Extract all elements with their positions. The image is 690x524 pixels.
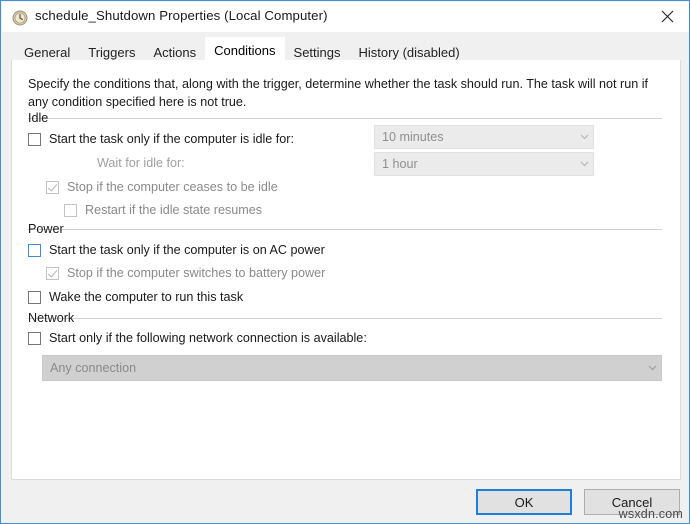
checkbox-row-stop-if-battery[interactable]: Stop if the computer switches to battery… xyxy=(46,264,325,282)
label-restart-if-idle-resumes: Restart if the idle state resumes xyxy=(85,203,263,217)
checkbox-stop-if-battery[interactable] xyxy=(46,266,59,280)
close-icon[interactable] xyxy=(644,2,689,31)
combo-network-connection-value: Any connection xyxy=(50,361,137,375)
group-header-network: Network xyxy=(28,310,662,326)
group-label-idle: Idle xyxy=(28,111,49,125)
group-rule-idle xyxy=(28,110,662,119)
tab-strip: General Triggers Actions Conditions Sett… xyxy=(2,32,689,61)
label-stop-if-battery: Stop if the computer switches to battery… xyxy=(67,266,326,280)
checkbox-start-if-ac-power[interactable] xyxy=(28,243,41,257)
group-header-idle: Idle xyxy=(28,110,662,126)
ok-button[interactable]: OK xyxy=(476,489,572,515)
combo-idle-duration[interactable]: 10 minutes xyxy=(374,125,594,149)
tab-triggers[interactable]: Triggers xyxy=(79,40,145,61)
chevron-down-icon xyxy=(575,161,593,167)
ok-button-label: OK xyxy=(514,494,534,510)
checkbox-wake-computer[interactable] xyxy=(28,290,41,304)
label-wake-computer: Wake the computer to run this task xyxy=(49,290,244,304)
tab-general[interactable]: General xyxy=(15,40,80,61)
combo-wait-for-idle[interactable]: 1 hour xyxy=(374,152,594,176)
task-scheduler-clock-icon xyxy=(12,10,28,26)
window-title: schedule_Shutdown Properties (Local Comp… xyxy=(35,8,328,23)
checkbox-row-restart-if-idle-resumes[interactable]: Restart if the idle state resumes xyxy=(64,201,262,219)
watermark: wsxdn.com xyxy=(618,507,683,521)
tab-list: General Triggers Actions Conditions Sett… xyxy=(15,37,469,61)
tab-conditions[interactable]: Conditions xyxy=(205,37,285,61)
checkbox-row-start-if-network[interactable]: Start only if the following network conn… xyxy=(28,329,367,347)
label-start-if-idle: Start the task only if the computer is i… xyxy=(49,132,294,146)
checkbox-start-if-network[interactable] xyxy=(28,331,41,345)
properties-dialog-window: schedule_Shutdown Properties (Local Comp… xyxy=(0,0,690,524)
tab-actions[interactable]: Actions xyxy=(144,40,206,61)
checkbox-row-stop-if-ceases-idle[interactable]: Stop if the computer ceases to be idle xyxy=(46,178,278,196)
label-start-if-network: Start only if the following network conn… xyxy=(49,331,367,345)
checkbox-restart-if-idle-resumes[interactable] xyxy=(64,203,77,217)
conditions-tab-page: Specify the conditions that, along with … xyxy=(11,60,681,480)
combo-idle-duration-value: 10 minutes xyxy=(382,130,444,144)
checkbox-row-start-if-ac-power[interactable]: Start the task only if the computer is o… xyxy=(28,241,325,259)
chevron-down-icon xyxy=(643,365,661,371)
checkbox-stop-if-ceases-idle[interactable] xyxy=(46,180,59,194)
combo-wait-for-idle-value: 1 hour xyxy=(382,157,418,171)
label-stop-if-ceases-idle: Stop if the computer ceases to be idle xyxy=(67,180,278,194)
chevron-down-icon xyxy=(575,134,593,140)
group-rule-network xyxy=(28,310,662,319)
checkbox-start-if-idle[interactable] xyxy=(28,132,41,146)
group-header-power: Power xyxy=(28,221,662,237)
title-bar: schedule_Shutdown Properties (Local Comp… xyxy=(2,2,689,32)
group-label-network: Network xyxy=(28,311,75,325)
tab-history[interactable]: History (disabled) xyxy=(349,40,469,61)
tab-settings[interactable]: Settings xyxy=(284,40,350,61)
combo-network-connection[interactable]: Any connection xyxy=(42,355,662,381)
group-label-power: Power xyxy=(28,222,64,236)
group-rule-power xyxy=(28,221,662,230)
label-wait-for-idle: Wait for idle for: xyxy=(97,156,185,170)
label-start-if-ac-power: Start the task only if the computer is o… xyxy=(49,243,325,257)
checkbox-row-start-if-idle[interactable]: Start the task only if the computer is i… xyxy=(28,130,294,148)
page-description: Specify the conditions that, along with … xyxy=(28,77,649,109)
checkbox-row-wake-computer[interactable]: Wake the computer to run this task xyxy=(28,288,243,306)
